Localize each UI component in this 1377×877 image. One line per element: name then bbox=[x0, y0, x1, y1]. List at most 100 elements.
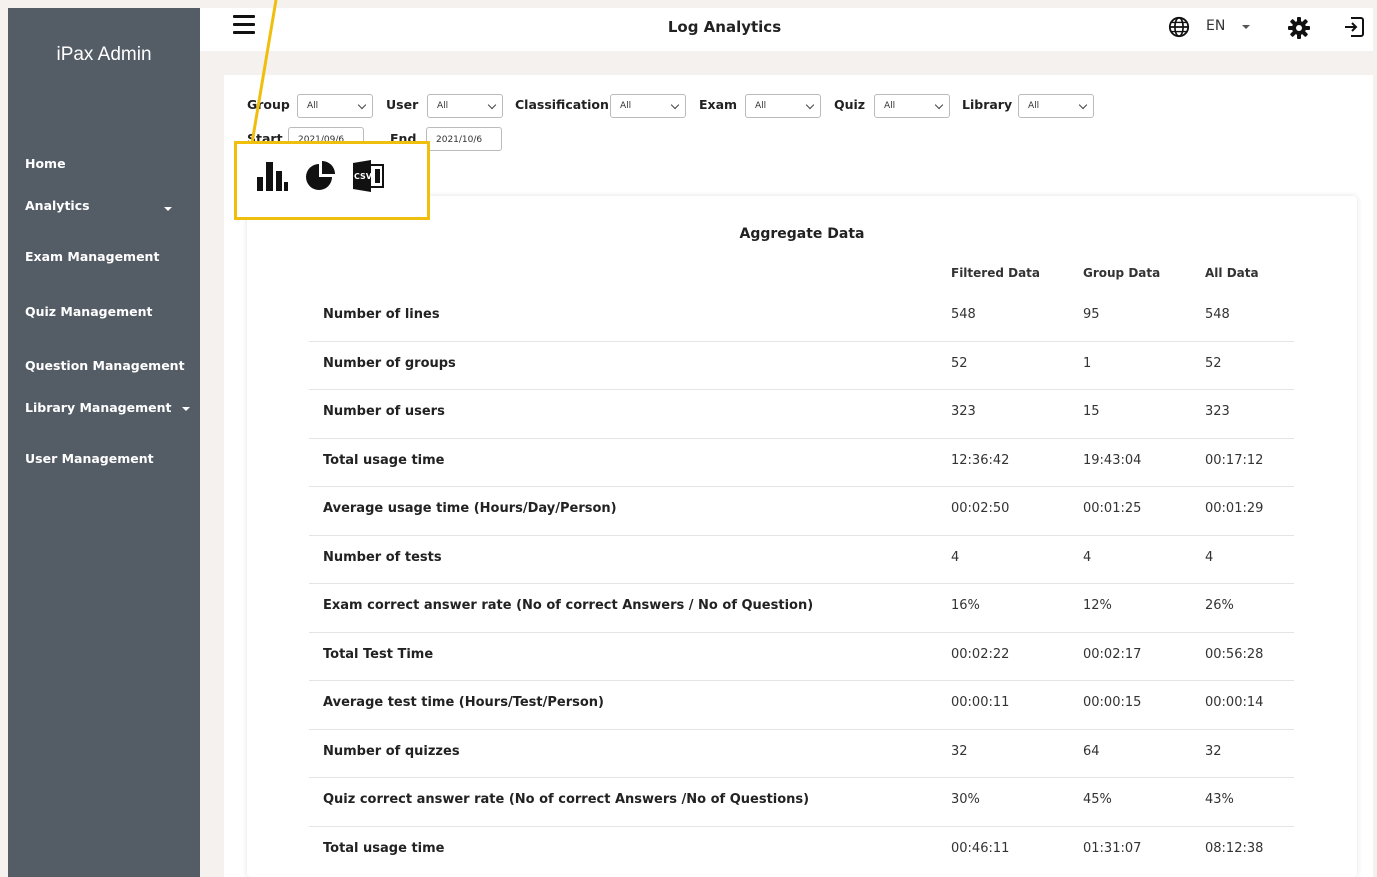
all-value: 32 bbox=[1205, 743, 1222, 759]
sidebar-item-library-management[interactable]: Library Management bbox=[25, 400, 190, 415]
all-value: 00:01:29 bbox=[1205, 501, 1264, 516]
column-header-all: All Data bbox=[1205, 266, 1259, 280]
table-row: Total Test Time 00:02:22 00:02:17 00:56:28 bbox=[309, 633, 1294, 681]
filtered-value: 00:02:22 bbox=[951, 646, 1010, 662]
all-value: 43% bbox=[1205, 792, 1234, 807]
classification-select[interactable]: All bbox=[610, 94, 686, 118]
classification-select-value: All bbox=[620, 101, 632, 111]
chevron-down-icon bbox=[357, 100, 367, 110]
exam-select[interactable]: All bbox=[745, 94, 821, 118]
group-value: 1 bbox=[1083, 355, 1092, 371]
row-label: Exam correct answer rate (No of correct … bbox=[323, 598, 814, 613]
filtered-value: 323 bbox=[951, 404, 976, 419]
row-label: Total usage time bbox=[323, 452, 445, 468]
quiz-select-value: All bbox=[884, 101, 896, 111]
sidebar-item-quiz-management[interactable]: Quiz Management bbox=[25, 304, 152, 319]
chevron-down-icon bbox=[487, 100, 497, 110]
sidebar-item-label: Exam Management bbox=[25, 249, 160, 264]
sidebar-item-exam-management[interactable]: Exam Management bbox=[25, 249, 159, 264]
logout-icon[interactable] bbox=[1342, 15, 1366, 39]
chart-tools-highlight: CSV bbox=[234, 141, 430, 220]
exam-select-value: All bbox=[755, 101, 767, 111]
library-select[interactable]: All bbox=[1018, 94, 1094, 118]
language-selector[interactable]: EN bbox=[1206, 18, 1225, 34]
user-select-value: All bbox=[437, 101, 449, 111]
all-value: 4 bbox=[1205, 549, 1214, 565]
all-value: 548 bbox=[1205, 307, 1230, 322]
table-row: Quiz correct answer rate (No of correct … bbox=[309, 778, 1294, 827]
chevron-down-icon bbox=[181, 406, 190, 411]
group-value: 64 bbox=[1083, 743, 1100, 759]
filtered-value: 12:36:42 bbox=[951, 452, 1010, 468]
exam-filter-label: Exam bbox=[699, 97, 738, 112]
group-select[interactable]: All bbox=[297, 94, 373, 118]
table-row: Total usage time 12:36:42 19:43:04 00:17:12 bbox=[309, 439, 1294, 487]
aggregate-data-card: Aggregate Data Filtered Data Group Data … bbox=[247, 196, 1357, 877]
chevron-down-icon bbox=[164, 207, 172, 211]
sidebar-item-home[interactable]: Home bbox=[25, 156, 66, 171]
filtered-value: 548 bbox=[951, 307, 976, 322]
sidebar-item-label: Analytics bbox=[25, 198, 90, 213]
group-value: 12% bbox=[1083, 598, 1112, 613]
sidebar-item-user-management[interactable]: User Management bbox=[25, 451, 154, 466]
globe-icon[interactable] bbox=[1168, 16, 1190, 38]
gear-icon[interactable] bbox=[1287, 16, 1311, 40]
pie-chart-icon[interactable] bbox=[304, 160, 338, 192]
row-label: Total usage time bbox=[323, 840, 445, 856]
filtered-value: 00:46:11 bbox=[951, 840, 1010, 856]
group-select-value: All bbox=[307, 101, 319, 111]
end-date-input[interactable]: 2021/10/6 bbox=[426, 127, 502, 151]
filtered-value: 32 bbox=[951, 743, 968, 759]
group-value: 19:43:04 bbox=[1083, 452, 1142, 468]
table-row: Number of quizzes 32 64 32 bbox=[309, 730, 1294, 778]
all-value: 08:12:38 bbox=[1205, 840, 1264, 856]
row-label: Number of tests bbox=[323, 549, 442, 565]
sidebar: iPax Admin Home Analytics Exam Managemen… bbox=[8, 8, 200, 877]
sidebar-item-label: Quiz Management bbox=[25, 304, 153, 319]
bar-chart-icon[interactable] bbox=[255, 160, 289, 192]
sidebar-item-label: User Management bbox=[25, 451, 154, 466]
table-row: Average test time (Hours/Test/Person) 00:… bbox=[309, 681, 1294, 730]
chevron-down-icon bbox=[670, 100, 680, 110]
group-value: 4 bbox=[1083, 549, 1092, 565]
table-row: Number of lines 548 95 548 bbox=[309, 293, 1294, 342]
sidebar-item-question-management[interactable]: Question Management bbox=[25, 358, 185, 373]
column-header-group: Group Data bbox=[1083, 266, 1161, 280]
group-value: 15 bbox=[1083, 404, 1100, 419]
sidebar-item-analytics[interactable]: Analytics bbox=[25, 198, 190, 213]
row-label: Number of lines bbox=[323, 307, 440, 322]
sidebar-item-label: Question Management bbox=[25, 358, 185, 373]
group-value: 00:00:15 bbox=[1083, 695, 1142, 710]
row-label: Total Test Time bbox=[323, 646, 434, 662]
group-value: 95 bbox=[1083, 307, 1100, 322]
row-label: Average usage time (Hours/Day/Person) bbox=[323, 501, 617, 516]
table-row: Average usage time (Hours/Day/Person) 00:… bbox=[309, 487, 1294, 536]
group-filter-label: Group bbox=[247, 97, 290, 112]
user-select[interactable]: All bbox=[427, 94, 503, 118]
row-label: Number of users bbox=[323, 404, 445, 419]
brand-title: iPax Admin bbox=[56, 44, 152, 65]
all-value: 52 bbox=[1205, 355, 1222, 371]
group-value: 00:02:17 bbox=[1083, 646, 1142, 662]
table-row: Exam correct answer rate (No of correct … bbox=[309, 584, 1294, 633]
aggregate-data-title: Aggregate Data bbox=[739, 226, 865, 242]
all-value: 00:56:28 bbox=[1205, 646, 1264, 662]
row-label: Quiz correct answer rate (No of correct … bbox=[323, 792, 810, 807]
all-value: 00:17:12 bbox=[1205, 452, 1264, 468]
filtered-value: 52 bbox=[951, 355, 968, 371]
row-label: Number of quizzes bbox=[323, 743, 460, 759]
chevron-down-icon[interactable] bbox=[1242, 25, 1250, 29]
table-row: Number of tests 4 4 4 bbox=[309, 536, 1294, 584]
top-header: Log Analytics EN bbox=[200, 8, 1373, 51]
csv-export-icon[interactable]: CSV bbox=[351, 160, 387, 192]
quiz-select[interactable]: All bbox=[874, 94, 950, 118]
sidebar-item-label: Home bbox=[25, 156, 66, 171]
row-label: Number of groups bbox=[323, 355, 456, 371]
group-value: 00:01:25 bbox=[1083, 501, 1142, 516]
all-value: 26% bbox=[1205, 598, 1234, 613]
library-select-value: All bbox=[1028, 101, 1040, 111]
chevron-down-icon bbox=[934, 100, 944, 110]
all-value: 00:00:14 bbox=[1205, 695, 1264, 710]
classification-filter-label: Classification bbox=[515, 97, 609, 112]
column-header-filtered: Filtered Data bbox=[951, 266, 1041, 280]
